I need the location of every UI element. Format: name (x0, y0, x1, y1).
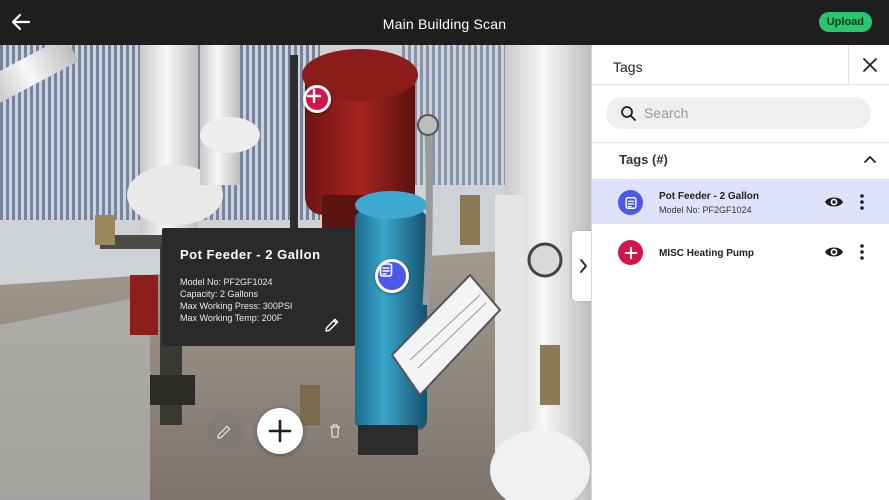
tag-name: Pot Feeder - 2 Gallon (659, 191, 760, 202)
panel-header: Tags (592, 45, 889, 85)
scene-tag-pin-misc-heating-pump[interactable] (303, 85, 331, 113)
panel-collapse-handle[interactable] (572, 231, 591, 301)
edit-tag-fab[interactable] (207, 413, 243, 449)
info-card-edit-button[interactable] (323, 316, 341, 334)
tags-section-title: Tags (#) (619, 152, 668, 167)
tags-panel: Tags Tags (#) (591, 45, 889, 500)
scene-tag-pin-pot-feeder[interactable] (375, 259, 409, 293)
tag-info-card: Pot Feeder - 2 Gallon Model No: PF2GF102… (162, 228, 355, 346)
eye-icon (825, 197, 843, 207)
info-card-line: Max Working Press: 300PSI (180, 301, 293, 311)
pencil-icon (217, 425, 231, 439)
search-icon (621, 106, 636, 121)
plus-icon (306, 88, 322, 104)
more-vertical-icon (860, 244, 864, 260)
section-collapse-button[interactable] (860, 150, 880, 168)
info-card-line: Capacity: 2 Gallons (180, 289, 259, 299)
search-input[interactable] (644, 103, 854, 123)
close-icon (863, 58, 877, 72)
search-field[interactable] (606, 97, 871, 129)
visibility-toggle[interactable] (824, 244, 844, 260)
chevron-right-icon (580, 259, 587, 273)
eye-icon (825, 247, 843, 257)
more-options-button[interactable] (856, 243, 868, 261)
note-icon (379, 263, 393, 277)
visibility-toggle[interactable] (824, 194, 844, 210)
page-title: Main Building Scan (382, 16, 507, 32)
tag-name: MISC Heating Pump (659, 248, 755, 259)
add-tag-fab[interactable] (257, 408, 303, 454)
note-icon (618, 190, 643, 215)
divider (592, 142, 889, 143)
trash-icon (330, 424, 340, 438)
app-root: Main Building Scan Upload Pot Feeder - 2… (0, 0, 889, 500)
tag-subtitle: Model No: PF2GF1024 (659, 205, 752, 215)
plus-icon (268, 419, 292, 443)
panel-close-button[interactable] (848, 45, 889, 85)
tag-list-item[interactable]: MISC Heating Pump (592, 229, 889, 274)
top-bar: Main Building Scan Upload (0, 0, 889, 45)
info-card-title: Pot Feeder - 2 Gallon (180, 247, 321, 262)
scan-viewport[interactable]: Pot Feeder - 2 Gallon Model No: PF2GF102… (0, 45, 591, 500)
delete-tag-button[interactable] (325, 421, 345, 441)
more-options-button[interactable] (856, 193, 868, 211)
panel-title: Tags (613, 59, 643, 75)
tag-list-item[interactable]: Pot Feeder - 2 Gallon Model No: PF2GF102… (592, 179, 889, 224)
more-vertical-icon (860, 194, 864, 210)
chevron-up-icon (864, 156, 876, 163)
info-card-line: Model No: PF2GF1024 (180, 277, 273, 287)
plus-icon (618, 240, 643, 265)
pencil-icon (325, 318, 339, 332)
upload-button[interactable]: Upload (818, 12, 872, 32)
